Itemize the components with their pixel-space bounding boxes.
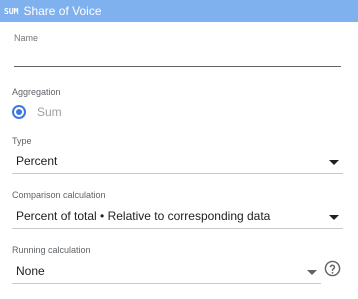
comparison-value: Percent of total • Relative to correspon… <box>16 209 271 223</box>
type-label: Type <box>12 136 32 146</box>
chevron-down-icon[interactable] <box>329 215 339 220</box>
aggregation-label: Aggregation <box>12 87 61 97</box>
aggregation-sum-radio[interactable]: Sum <box>12 105 62 119</box>
running-value: None <box>16 264 45 278</box>
name-input[interactable] <box>14 46 341 67</box>
field-header: SUM Share of Voice <box>0 0 358 22</box>
running-label: Running calculation <box>12 245 91 255</box>
radio-selected-icon[interactable] <box>12 105 26 119</box>
comparison-select[interactable]: Percent of total • Relative to correspon… <box>12 205 343 229</box>
running-select[interactable]: None <box>12 260 321 284</box>
type-value: Percent <box>16 154 58 168</box>
chevron-down-icon[interactable] <box>329 160 339 165</box>
help-circle-icon[interactable] <box>324 260 341 277</box>
comparison-label: Comparison calculation <box>12 190 106 200</box>
sum-type-badge: SUM <box>4 6 19 16</box>
field-title: Share of Voice <box>23 4 102 18</box>
type-select[interactable]: Percent <box>12 150 343 174</box>
chevron-down-icon[interactable] <box>307 270 317 275</box>
aggregation-option-label: Sum <box>37 105 62 119</box>
name-label: Name <box>14 33 39 43</box>
